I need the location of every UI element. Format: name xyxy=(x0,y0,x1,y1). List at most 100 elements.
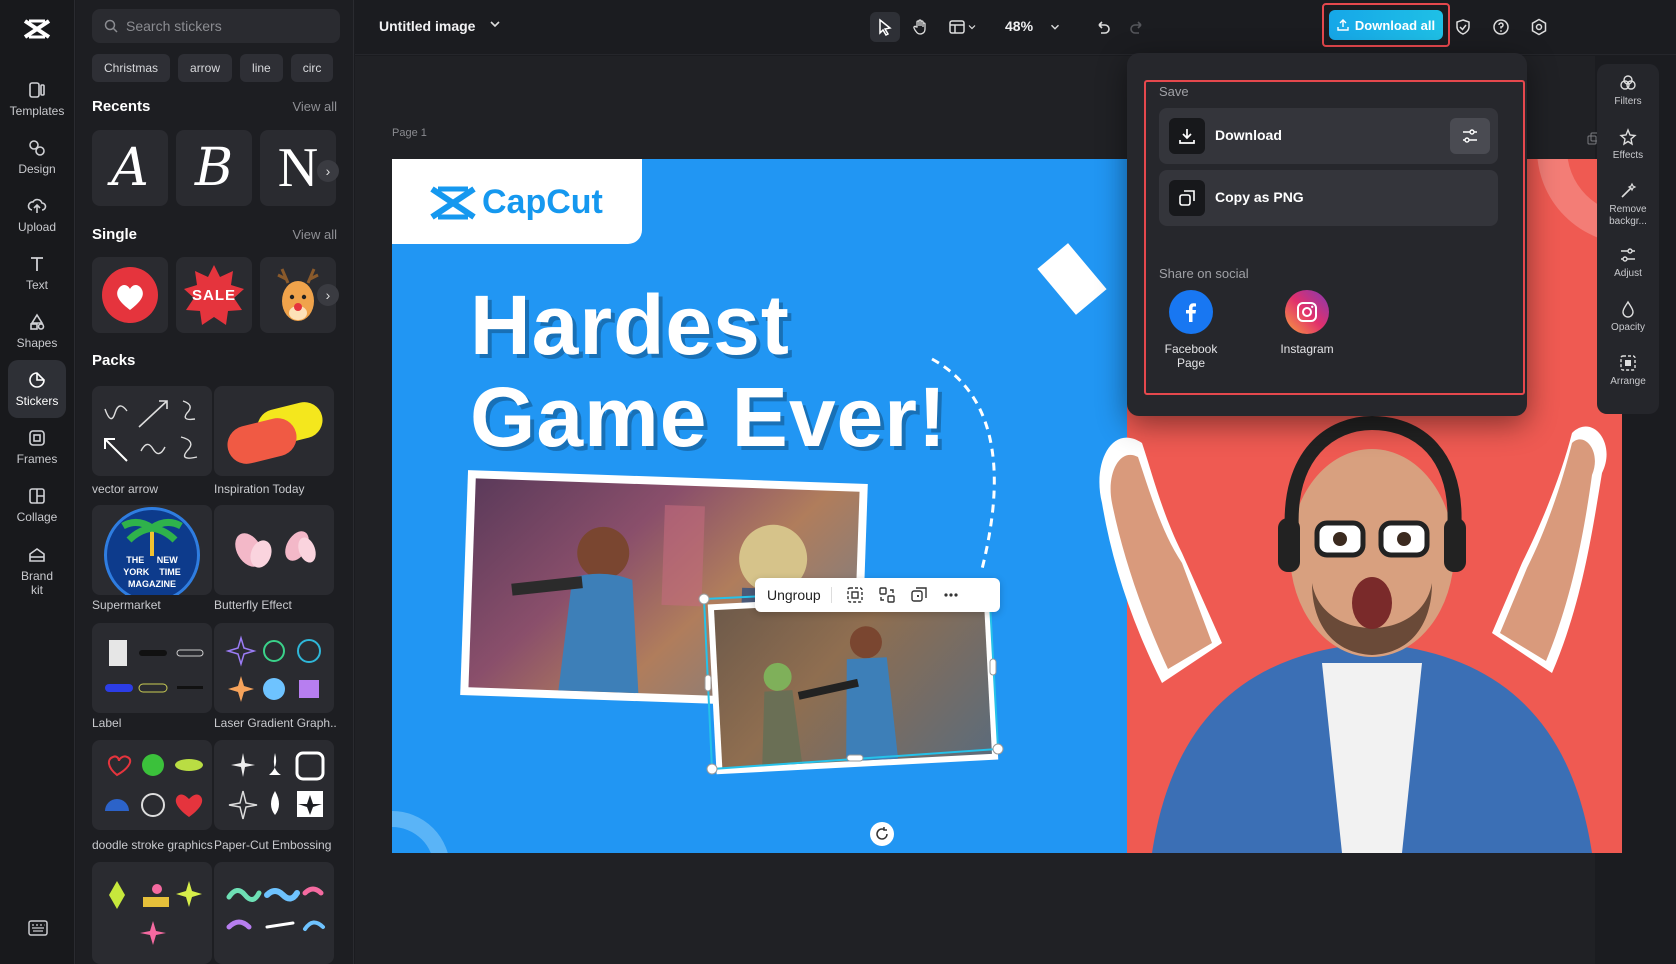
opacity-button[interactable]: Opacity xyxy=(1597,300,1659,334)
search-placeholder: Search stickers xyxy=(126,18,222,34)
select-tool-button[interactable] xyxy=(870,12,900,42)
magazine-word-time: TIME xyxy=(159,567,181,577)
pack-laser-gradient[interactable] xyxy=(214,623,334,713)
sticker-letter-a: A xyxy=(111,138,149,198)
capcut-editor: Templates Design Upload Text Shapes Stic… xyxy=(0,0,1676,964)
ungroup-button[interactable]: Ungroup xyxy=(767,587,832,603)
recents-view-all[interactable]: View all xyxy=(292,99,337,114)
download-icon xyxy=(1179,129,1195,144)
help-button[interactable] xyxy=(1486,12,1516,42)
pointer-icon xyxy=(879,18,892,36)
pack-vector-arrow[interactable] xyxy=(92,386,212,476)
rail-stickers[interactable]: Stickers xyxy=(8,360,66,418)
rotate-handle[interactable] xyxy=(870,822,894,846)
templates-icon xyxy=(29,82,45,98)
surprised-man-photo[interactable] xyxy=(1072,383,1622,853)
share-instagram-button[interactable]: Instagram xyxy=(1267,290,1347,356)
document-title[interactable]: Untitled image xyxy=(379,18,475,34)
download-all-button[interactable]: Download all xyxy=(1329,10,1443,40)
chip-arrow[interactable]: arrow xyxy=(178,54,233,82)
headline[interactable]: Hardest Game Ever! xyxy=(470,279,947,463)
gradient-shapes-icon xyxy=(109,881,202,945)
magic-wand-icon xyxy=(1621,182,1637,198)
magazine-badge: THE NEW YORK TIME MAGAZINE xyxy=(104,507,200,595)
pack-supermarket[interactable]: THE NEW YORK TIME MAGAZINE xyxy=(92,505,212,595)
rail-brand-kit[interactable]: Brand kit xyxy=(8,534,66,608)
effects-button[interactable]: Effects xyxy=(1597,128,1659,162)
undo-icon xyxy=(1098,21,1110,34)
copy-as-png-option[interactable]: Copy as PNG xyxy=(1159,170,1498,226)
group-select-icon[interactable] xyxy=(846,586,864,604)
recent-sticker-b[interactable]: B xyxy=(176,130,252,206)
pack-label-supermarket: Supermarket xyxy=(92,598,161,612)
pack-paper-cut[interactable] xyxy=(214,740,334,830)
pack-wave-strokes[interactable] xyxy=(214,862,334,964)
chip-circle[interactable]: circ xyxy=(290,54,334,82)
filters-button[interactable]: Filters xyxy=(1597,74,1659,108)
rail-templates-label: Templates xyxy=(9,104,65,118)
chip-line[interactable]: line xyxy=(240,54,283,82)
layout-menu-button[interactable] xyxy=(943,12,983,42)
recents-next-arrow[interactable]: › xyxy=(317,160,339,182)
filter-chips: Christmas arrow line circ xyxy=(92,54,340,82)
chip-christmas[interactable]: Christmas xyxy=(92,54,171,82)
pack-inspiration-today[interactable] xyxy=(214,386,334,476)
rail-design[interactable]: Design xyxy=(8,128,66,186)
download-icon-box xyxy=(1169,118,1205,154)
pack-butterfly-effect[interactable] xyxy=(214,505,334,595)
pack-label-vector-arrow: vector arrow xyxy=(92,482,159,496)
arrange-button[interactable]: Arrange xyxy=(1597,354,1659,388)
zoom-dropdown-button[interactable] xyxy=(1045,12,1065,42)
rail-upload[interactable]: Upload xyxy=(8,186,66,244)
chevron-down-icon[interactable] xyxy=(487,16,503,32)
pack-label-label: Label xyxy=(92,716,122,730)
pack-gradient-shapes[interactable] xyxy=(92,862,212,964)
magazine-word-the: THE xyxy=(126,555,145,565)
headline-line-1: Hardest xyxy=(470,278,790,372)
more-options-icon[interactable] xyxy=(942,586,960,604)
arrange-layers-icon xyxy=(1620,355,1636,371)
search-input[interactable]: Search stickers xyxy=(92,9,340,43)
brand-kit-icon xyxy=(29,548,45,562)
rail-shapes[interactable]: Shapes xyxy=(8,302,66,360)
single-next-arrow[interactable]: › xyxy=(317,284,339,306)
remove-background-button[interactable]: Remove backgr... xyxy=(1597,182,1659,228)
adjust-label: Adjust xyxy=(1614,268,1642,279)
wave-strokes-icon xyxy=(226,886,325,931)
rail-frames[interactable]: Frames xyxy=(8,418,66,476)
layout-icon xyxy=(949,20,965,34)
pack-label[interactable] xyxy=(92,623,212,713)
remove-background-label: Remove backgr... xyxy=(1609,204,1647,227)
effects-icon xyxy=(1619,128,1637,146)
sticker-sale[interactable]: SALE xyxy=(176,257,252,333)
recents-title: Recents xyxy=(92,98,151,115)
text-icon xyxy=(31,257,43,271)
hand-tool-button[interactable] xyxy=(905,12,935,42)
adjust-button[interactable]: Adjust xyxy=(1597,246,1659,280)
collage-icon xyxy=(29,488,45,504)
keyboard-icon[interactable] xyxy=(28,920,48,936)
undo-button[interactable] xyxy=(1088,12,1118,42)
settings-button[interactable] xyxy=(1524,12,1554,42)
adjust-icon xyxy=(1621,248,1635,262)
download-option[interactable]: Download xyxy=(1159,108,1498,164)
rail-text[interactable]: Text xyxy=(8,244,66,302)
rail-collage[interactable]: Collage xyxy=(8,476,66,534)
shield-button[interactable] xyxy=(1448,12,1478,42)
instagram-label: Instagram xyxy=(1280,342,1334,356)
duplicate-icon[interactable] xyxy=(910,586,928,604)
recent-sticker-a[interactable]: A xyxy=(92,130,168,206)
share-facebook-button[interactable]: Facebook Page xyxy=(1151,290,1231,370)
shield-icon xyxy=(1456,19,1470,35)
capcut-logo-icon[interactable] xyxy=(22,14,52,44)
rail-templates[interactable]: Templates xyxy=(8,70,66,128)
redo-button[interactable] xyxy=(1122,12,1152,42)
single-view-all[interactable]: View all xyxy=(292,227,337,242)
doodle-stroke-icon xyxy=(105,754,203,817)
sticker-heart[interactable] xyxy=(92,257,168,333)
download-settings-button[interactable] xyxy=(1450,118,1490,154)
pack-doodle-stroke[interactable] xyxy=(92,740,212,830)
toggle-sticker-icon xyxy=(227,402,323,464)
zoom-level[interactable]: 48% xyxy=(1005,18,1033,34)
arrange-icon[interactable] xyxy=(878,586,896,604)
